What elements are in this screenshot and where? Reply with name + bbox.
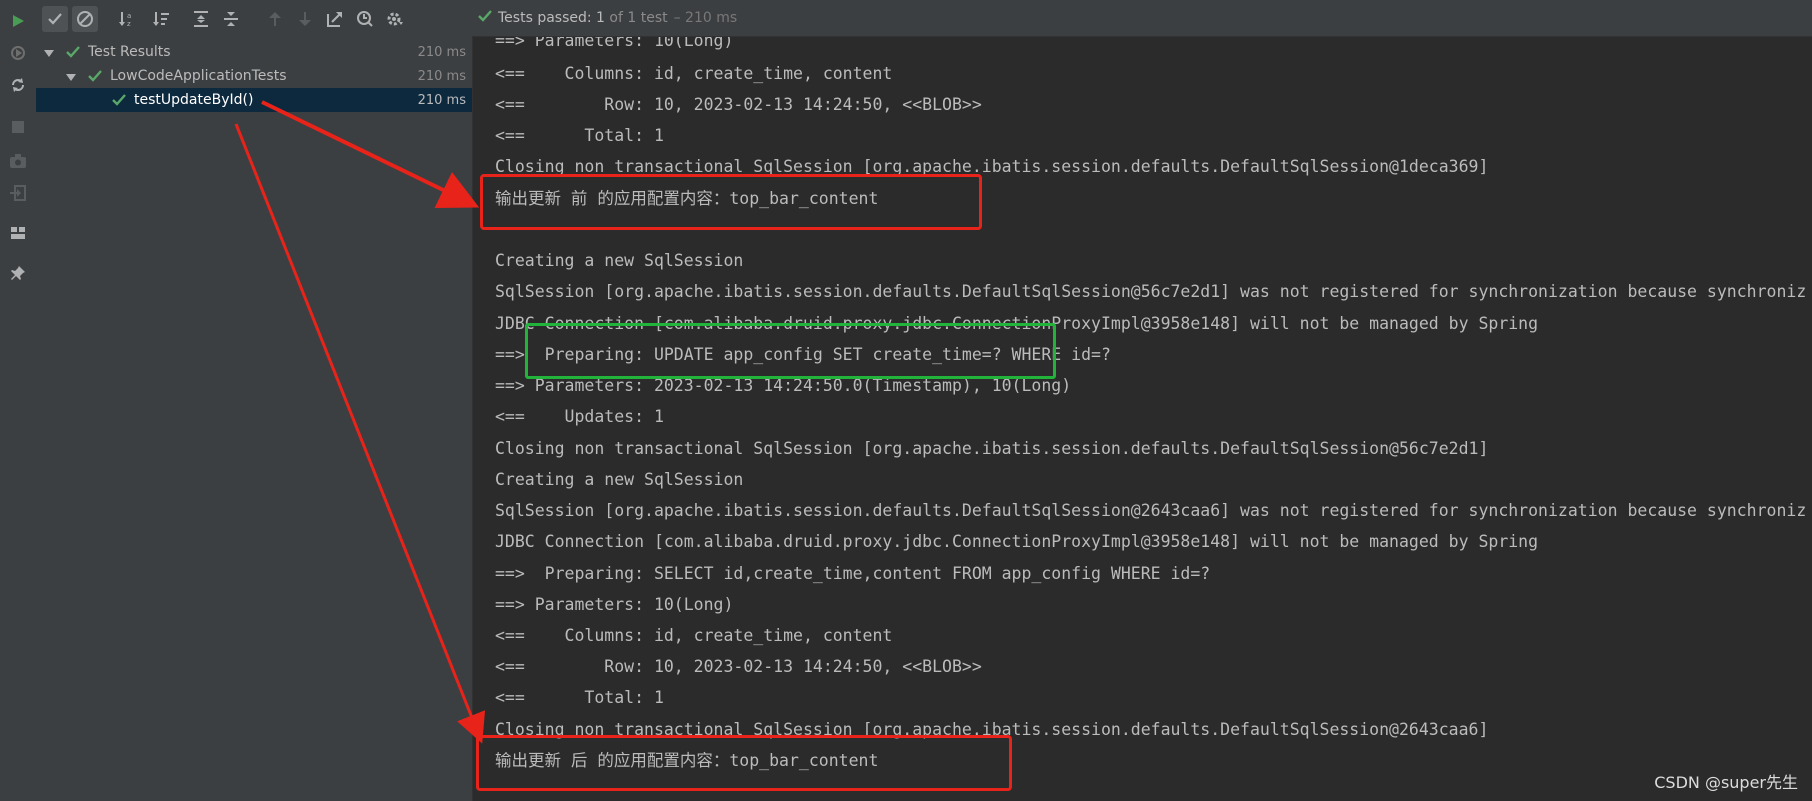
passed-check-icon <box>478 9 492 27</box>
show-ignored-cancel-icon[interactable] <box>72 6 98 32</box>
import-icon[interactable] <box>7 182 29 204</box>
console-line: SqlSession [org.apache.ibatis.session.de… <box>495 282 1807 301</box>
test-status-bar: Tests passed: 1 of 1 test – 210 ms <box>472 0 1812 37</box>
console-line: <== Columns: id, create_time, content <box>495 64 893 83</box>
prev-failed-icon[interactable] <box>262 6 288 32</box>
stop-icon[interactable] <box>7 116 29 138</box>
tree-suite-label: LowCodeApplicationTests <box>110 68 287 84</box>
history-icon[interactable] <box>352 6 378 32</box>
highlight-after-update-box <box>476 735 1012 791</box>
pass-check-icon <box>66 45 80 63</box>
pass-check-icon <box>112 93 126 111</box>
tree-test-duration: 210 ms <box>417 92 466 108</box>
expand-arrow-icon[interactable] <box>44 47 54 63</box>
tree-root-label: Test Results <box>88 44 171 60</box>
passed-count: 1 <box>596 10 605 26</box>
console-line: ==> Preparing: SELECT id,create_time,con… <box>495 564 1211 583</box>
console-line: <== Row: 10, 2023-02-13 14:24:50, <<BLOB… <box>495 95 982 114</box>
sort-duration-icon[interactable] <box>148 6 174 32</box>
console-line: Creating a new SqlSession <box>495 470 744 489</box>
console-line: ==> Parameters: 10(Long) <box>495 37 734 50</box>
rerun-icon[interactable] <box>7 10 29 32</box>
status-duration: – 210 ms <box>673 10 738 26</box>
console-line: SqlSession [org.apache.ibatis.session.de… <box>495 501 1807 520</box>
console-line: <== Total: 1 <box>495 688 664 707</box>
test-results-tree: Test Results 210 ms LowCodeApplicationTe… <box>36 36 473 801</box>
tree-root-duration: 210 ms <box>417 44 466 60</box>
tree-test-item-selected[interactable]: testUpdateById() 210 ms <box>36 88 472 112</box>
toggle-auto-test-icon[interactable] <box>7 74 29 96</box>
console-line: <== Row: 10, 2023-02-13 14:24:50, <<BLOB… <box>495 657 982 676</box>
console-line: <== Total: 1 <box>495 126 664 145</box>
console-line: Closing non transactional SqlSession [or… <box>495 439 1489 458</box>
rerun-failed-icon[interactable] <box>7 42 29 64</box>
highlight-before-update-box <box>480 174 982 230</box>
expand-all-icon[interactable] <box>188 6 214 32</box>
test-runner-toolbar: az <box>36 0 472 37</box>
expand-arrow-icon[interactable] <box>66 71 76 87</box>
status-prefix: Tests passed: <box>498 10 592 26</box>
show-passed-check-icon[interactable] <box>42 6 68 32</box>
collapse-all-icon[interactable] <box>218 6 244 32</box>
status-of-text: of 1 test <box>609 10 668 26</box>
console-line: <== Columns: id, create_time, content <box>495 626 893 645</box>
svg-text:a: a <box>127 12 131 20</box>
console-line: <== Updates: 1 <box>495 407 664 426</box>
tree-root-test-results[interactable]: Test Results 210 ms <box>36 40 472 64</box>
watermark: CSDN @super先生 <box>1654 773 1798 792</box>
pass-check-icon <box>88 69 102 87</box>
tree-suite-item[interactable]: LowCodeApplicationTests 210 ms <box>36 64 472 88</box>
console-line: ==> Parameters: 10(Long) <box>495 595 734 614</box>
sort-alpha-icon[interactable]: az <box>114 6 140 32</box>
console-line: JDBC Connection [com.alibaba.druid.proxy… <box>495 532 1539 551</box>
highlight-update-sql-box <box>525 323 1056 379</box>
next-failed-icon[interactable] <box>292 6 318 32</box>
tree-test-label: testUpdateById() <box>134 92 254 108</box>
left-tool-strip <box>0 0 37 801</box>
layout-icon[interactable] <box>7 222 29 244</box>
camera-icon[interactable] <box>7 150 29 172</box>
tree-suite-duration: 210 ms <box>417 68 466 84</box>
console-line: Creating a new SqlSession <box>495 251 744 270</box>
svg-text:z: z <box>127 20 131 28</box>
console-output[interactable]: ==> Parameters: 10(Long) <== Columns: id… <box>473 37 1812 801</box>
export-icon[interactable] <box>322 6 348 32</box>
settings-gear-icon[interactable] <box>382 6 408 32</box>
pin-icon[interactable] <box>7 262 29 284</box>
